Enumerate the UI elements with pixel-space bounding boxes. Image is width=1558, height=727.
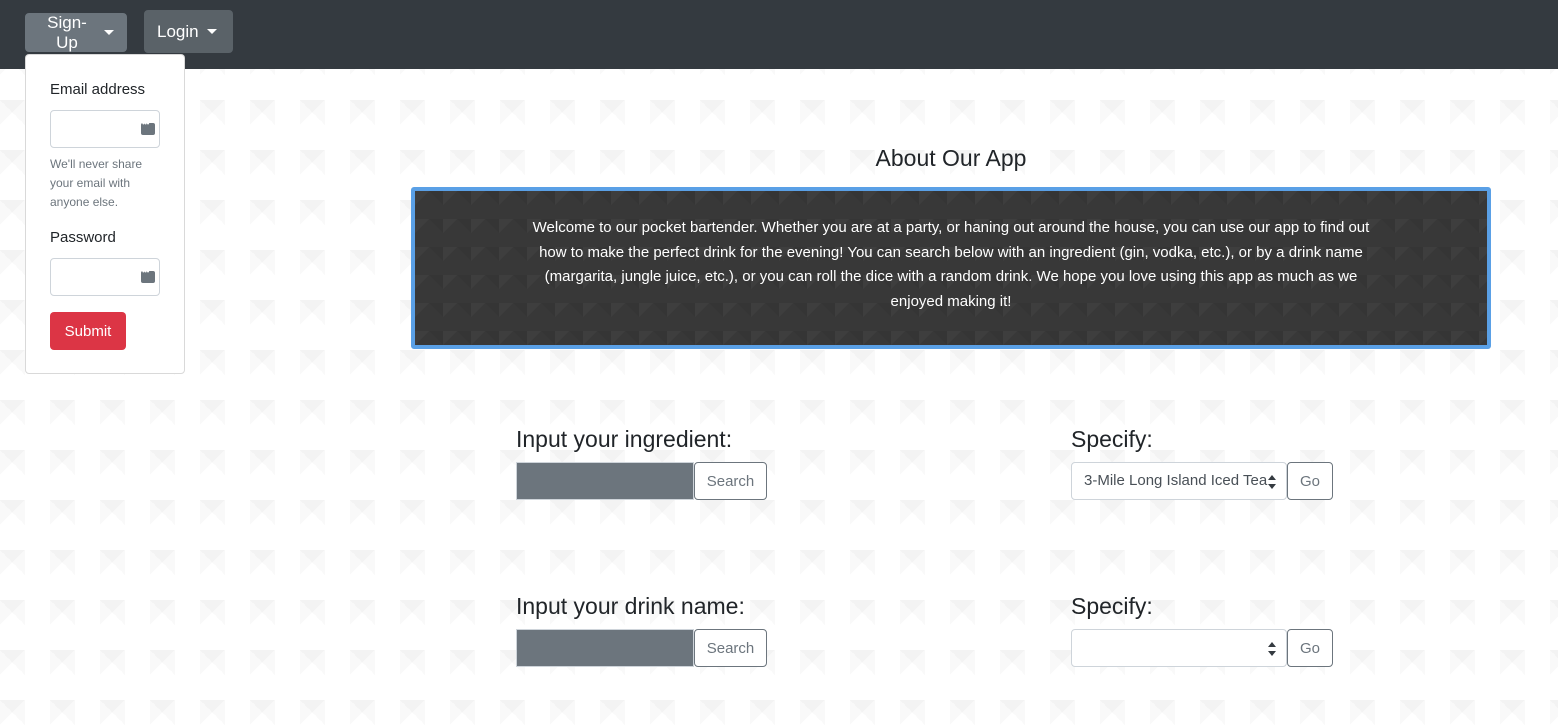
- signup-label: Sign-Up: [47, 12, 87, 52]
- ingredient-specify-label: Specify:: [1071, 426, 1153, 452]
- drink-name-label: Input your drink name:: [516, 593, 745, 619]
- signup-dropdown-button[interactable]: Sign-Up: [25, 13, 127, 52]
- select-arrows-icon: [1268, 475, 1276, 489]
- about-text: Welcome to our pocket bartender. Whether…: [532, 219, 1370, 310]
- drink-name-select[interactable]: [1071, 629, 1287, 667]
- email-help-text: We'll never share your email with anyone…: [50, 157, 143, 209]
- signup-dropdown-menu: Email address We'll never share your ema…: [25, 54, 185, 374]
- ingredient-drink-select[interactable]: 3-Mile Long Island Iced Tea: [1071, 462, 1287, 500]
- ingredient-go-button[interactable]: Go: [1287, 462, 1333, 500]
- password-manager-icon[interactable]: [141, 119, 155, 135]
- password-manager-icon[interactable]: [141, 267, 155, 283]
- ingredient-input[interactable]: [516, 462, 694, 500]
- ingredient-label: Input your ingredient:: [516, 426, 733, 452]
- password-label: Password: [50, 229, 116, 246]
- submit-button[interactable]: Submit: [50, 312, 126, 350]
- email-label: Email address: [50, 81, 146, 98]
- navbar: Sign-Up Login: [0, 0, 1558, 69]
- drink-go-button[interactable]: Go: [1287, 629, 1333, 667]
- caret-down-icon: [104, 30, 114, 35]
- login-dropdown-button[interactable]: Login: [144, 10, 233, 53]
- password-field[interactable]: [50, 258, 160, 296]
- ingredient-selected-value: 3-Mile Long Island Iced Tea: [1084, 472, 1268, 489]
- login-label: Login: [157, 21, 199, 41]
- caret-down-icon: [206, 29, 217, 34]
- email-field[interactable]: [50, 110, 160, 148]
- about-box: Welcome to our pocket bartender. Whether…: [411, 187, 1491, 349]
- drink-name-input[interactable]: [516, 629, 694, 667]
- select-arrows-icon: [1268, 642, 1276, 656]
- drink-specify-label: Specify:: [1071, 593, 1153, 619]
- ingredient-search-button[interactable]: Search: [694, 462, 767, 500]
- about-title: About Our App: [875, 145, 1027, 171]
- drink-name-search-button[interactable]: Search: [694, 629, 767, 667]
